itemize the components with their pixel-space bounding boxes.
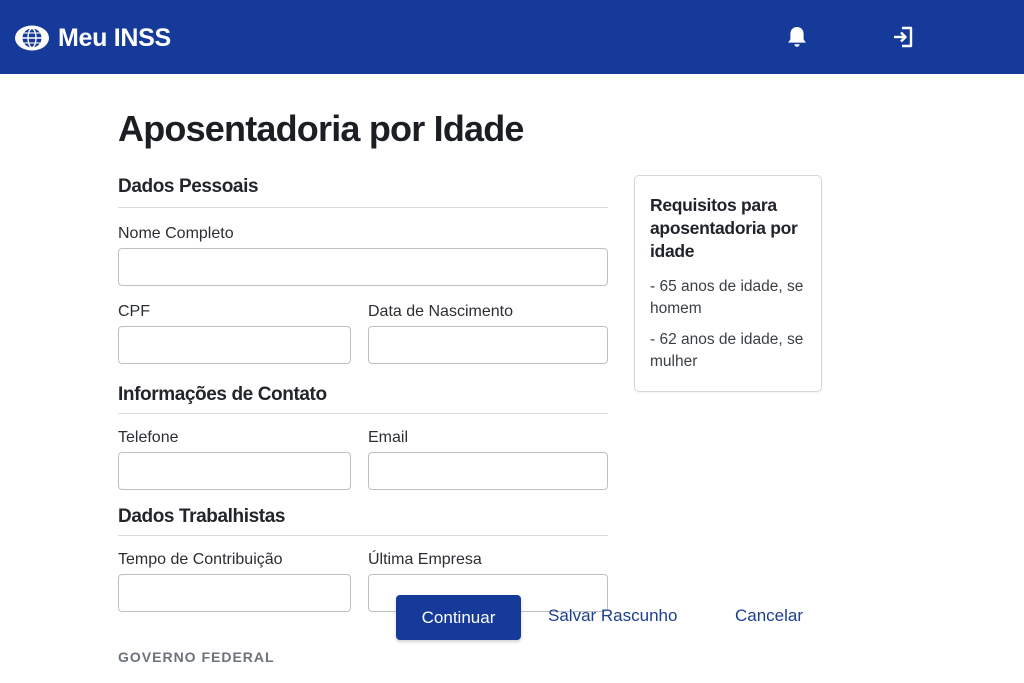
- cpf-label: CPF: [118, 303, 150, 320]
- birth-date-input[interactable]: [368, 326, 608, 364]
- birth-date-label: Data de Nascimento: [368, 303, 513, 320]
- requirement-item: - 62 anos de idade, se mulher: [650, 331, 804, 370]
- save-draft-button[interactable]: Salvar Rascunho: [548, 606, 677, 626]
- footer-brand: GOVERNO FEDERAL: [118, 649, 275, 665]
- section-title-personal: Dados Pessoais: [118, 176, 259, 197]
- requirements-card: Requisitos para aposentadoria por idade …: [634, 175, 822, 392]
- bell-icon[interactable]: [784, 24, 810, 50]
- continue-button[interactable]: Continuar: [396, 595, 521, 640]
- page-title: Aposentadoria por Idade: [118, 108, 524, 149]
- last-company-label: Última Empresa: [368, 551, 482, 568]
- email-input[interactable]: [368, 452, 608, 490]
- section-divider: [118, 413, 608, 414]
- page: Meu INSS Aposentadoria por Idade Dados P…: [0, 0, 1024, 683]
- brand[interactable]: Meu INSS: [14, 22, 171, 54]
- section-title-contact: Informações de Contato: [118, 384, 327, 405]
- top-header: Meu INSS: [0, 0, 1024, 74]
- section-divider: [118, 207, 608, 208]
- globe-logo-icon: [15, 25, 49, 51]
- logout-icon[interactable]: [890, 24, 916, 50]
- phone-input[interactable]: [118, 452, 351, 490]
- full-name-label: Nome Completo: [118, 225, 234, 242]
- contribution-time-label: Tempo de Contribuição: [118, 551, 283, 568]
- requirements-title: Requisitos para aposentadoria por idade: [650, 195, 798, 261]
- phone-label: Telefone: [118, 429, 179, 446]
- contribution-time-input[interactable]: [118, 574, 351, 612]
- requirement-item: - 65 anos de idade, se homem: [650, 278, 804, 317]
- cancel-button[interactable]: Cancelar: [735, 606, 803, 626]
- email-label: Email: [368, 429, 409, 446]
- section-title-work: Dados Trabalhistas: [118, 506, 286, 527]
- app-title: Meu INSS: [58, 23, 171, 52]
- full-name-input[interactable]: [118, 248, 608, 286]
- cpf-input[interactable]: [118, 326, 351, 364]
- section-divider: [118, 535, 608, 536]
